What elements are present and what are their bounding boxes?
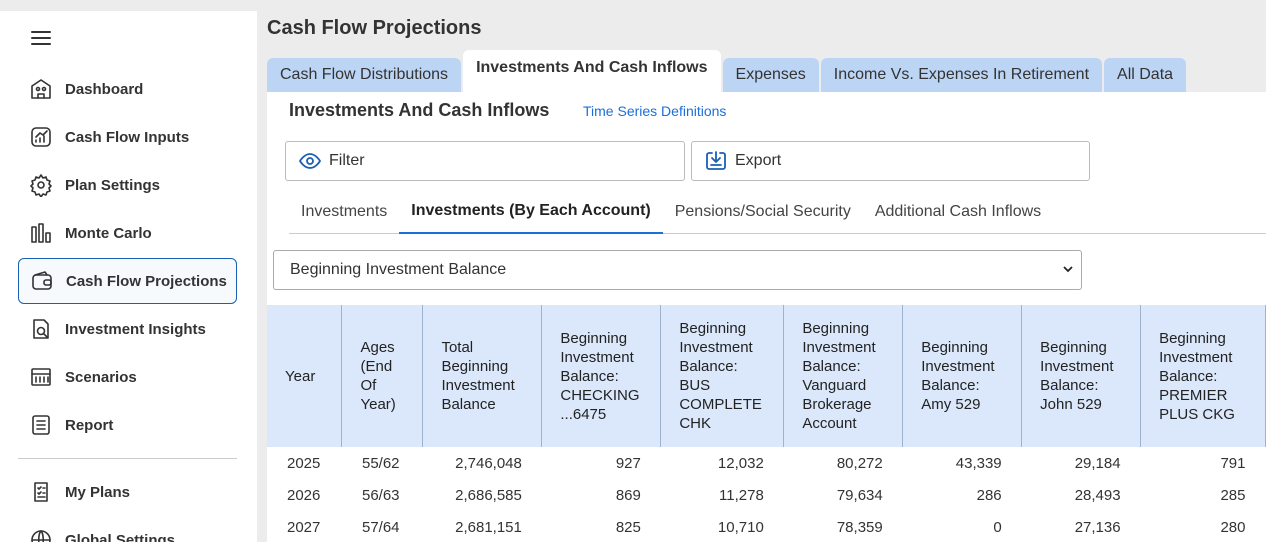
sidebar-item-label: Report bbox=[65, 416, 114, 434]
subtab-investments-by-account[interactable]: Investments (By Each Account) bbox=[399, 190, 663, 234]
table-cell: 2026 bbox=[287, 486, 321, 504]
sidebar-item-cash-flow-projections[interactable]: Cash Flow Projections bbox=[18, 258, 237, 304]
subtab-investments[interactable]: Investments bbox=[289, 190, 399, 234]
table-cell: 10,710 bbox=[717, 518, 764, 536]
subtab-pensions-social-security[interactable]: Pensions/Social Security bbox=[663, 190, 863, 234]
table-cell: 80,272 bbox=[836, 454, 883, 472]
table-cell: 2025 bbox=[287, 454, 321, 472]
main-tabs: Cash Flow Distributions Investments And … bbox=[267, 50, 1188, 92]
table-cell: 56/63 bbox=[361, 486, 400, 504]
sidebar-item-monte-carlo[interactable]: Monte Carlo bbox=[18, 210, 237, 256]
table-cell: 280 bbox=[1220, 518, 1246, 536]
sidebar-item-label: Cash Flow Inputs bbox=[65, 128, 190, 146]
tab-income-vs-expenses[interactable]: Income Vs. Expenses In Retirement bbox=[820, 58, 1103, 92]
document-search-icon bbox=[28, 316, 54, 342]
tab-all-data[interactable]: All Data bbox=[1104, 58, 1187, 92]
wallet-icon bbox=[29, 268, 55, 294]
table-cell: 11,278 bbox=[719, 486, 764, 504]
export-button[interactable]: Export bbox=[691, 141, 1090, 181]
table-cell: 57/64 bbox=[361, 518, 400, 536]
sidebar-item-label: Monte Carlo bbox=[65, 224, 152, 242]
home-icon bbox=[28, 76, 54, 102]
menu-icon[interactable] bbox=[31, 31, 51, 45]
sidebar-item-label: Cash Flow Projections bbox=[66, 272, 227, 290]
sidebar-divider bbox=[18, 458, 237, 459]
report-icon bbox=[28, 412, 54, 438]
column-header[interactable]: Beginning Investment Balance: BUS COMPLE… bbox=[660, 305, 785, 447]
subtabs: Investments Investments (By Each Account… bbox=[289, 190, 1266, 234]
sidebar-item-global-settings[interactable]: Global Settings bbox=[18, 517, 237, 542]
table-cell: 2,746,048 bbox=[455, 454, 522, 472]
sidebar-item-label: Global Settings bbox=[65, 531, 176, 542]
sidebar-item-plan-settings[interactable]: Plan Settings bbox=[18, 162, 237, 208]
table-cell: 869 bbox=[615, 486, 641, 504]
table-cell: 55/62 bbox=[361, 454, 400, 472]
table-row: 2027 57/64 2,681,151 825 10,710 78,359 0… bbox=[267, 511, 1266, 542]
sidebar-item-dashboard[interactable]: Dashboard bbox=[18, 66, 237, 112]
table-cell: 2,681,151 bbox=[455, 518, 522, 536]
column-header[interactable]: Beginning Investment Balance: Vanguard B… bbox=[783, 305, 904, 447]
table-cell: 78,359 bbox=[836, 518, 883, 536]
select-value: Beginning Investment Balance bbox=[290, 261, 507, 278]
sidebar-item-cash-flow-inputs[interactable]: Cash Flow Inputs bbox=[18, 114, 237, 160]
table-cell: 28,493 bbox=[1074, 486, 1121, 504]
table-cell: 79,634 bbox=[836, 486, 883, 504]
sidebar-item-label: My Plans bbox=[65, 483, 131, 501]
bar-chart-icon bbox=[28, 220, 54, 246]
column-header[interactable]: Year bbox=[267, 305, 343, 447]
chevron-down-icon bbox=[1063, 266, 1073, 273]
page-title: Cash Flow Projections bbox=[267, 17, 482, 39]
time-series-definitions-link[interactable]: Time Series Definitions bbox=[583, 103, 726, 119]
filter-button-label: Filter bbox=[329, 152, 365, 169]
sidebar-item-scenarios[interactable]: Scenarios bbox=[18, 354, 237, 400]
table-cell: 27,136 bbox=[1074, 518, 1121, 536]
table-cell: 825 bbox=[615, 518, 641, 536]
chart-icon bbox=[28, 124, 54, 150]
table-cell: 791 bbox=[1220, 454, 1246, 472]
sidebar-item-label: Dashboard bbox=[65, 80, 144, 98]
table-cell: 0 bbox=[993, 518, 1002, 536]
column-header[interactable]: Beginning Investment Balance: CHECKING .… bbox=[541, 305, 662, 447]
table-cell: 43,339 bbox=[955, 454, 1002, 472]
tab-cash-flow-distributions[interactable]: Cash Flow Distributions bbox=[267, 58, 462, 92]
table-cell: 12,032 bbox=[717, 454, 764, 472]
globe-icon bbox=[28, 527, 54, 542]
table-header-row: Year Ages (End Of Year) Total Beginning … bbox=[267, 305, 1266, 447]
data-table: Year Ages (End Of Year) Total Beginning … bbox=[267, 305, 1266, 542]
balance-type-select[interactable]: Beginning Investment Balance bbox=[273, 250, 1082, 290]
sidebar-item-my-plans[interactable]: My Plans bbox=[18, 469, 237, 515]
sidebar-item-label: Investment Insights bbox=[65, 320, 206, 338]
table-row: 2025 55/62 2,746,048 927 12,032 80,272 4… bbox=[267, 447, 1266, 479]
sidebar-item-label: Plan Settings bbox=[65, 176, 161, 194]
table-cell: 2,686,585 bbox=[455, 486, 522, 504]
checklist-icon bbox=[28, 479, 54, 505]
table-cell: 285 bbox=[1220, 486, 1246, 504]
table-cell: 29,184 bbox=[1074, 454, 1121, 472]
eye-icon bbox=[299, 153, 321, 169]
subtab-additional-cash-inflows[interactable]: Additional Cash Inflows bbox=[863, 190, 1053, 234]
table-row: 2026 56/63 2,686,585 869 11,278 79,634 2… bbox=[267, 479, 1266, 511]
export-icon bbox=[706, 151, 726, 170]
sidebar-item-report[interactable]: Report bbox=[18, 402, 237, 448]
sidebar-item-investment-insights[interactable]: Investment Insights bbox=[18, 306, 237, 352]
sidebar-item-label: Scenarios bbox=[65, 368, 137, 386]
filter-button[interactable]: Filter bbox=[285, 141, 685, 181]
table-cell: 2027 bbox=[287, 518, 321, 536]
content-panel: Investments And Cash Inflows Time Series… bbox=[267, 92, 1266, 542]
export-button-label: Export bbox=[735, 152, 782, 169]
column-header[interactable]: Beginning Investment Balance: Amy 529 bbox=[902, 305, 1023, 447]
column-header[interactable]: Total Beginning Investment Balance bbox=[422, 305, 543, 447]
tab-expenses[interactable]: Expenses bbox=[722, 58, 819, 92]
gear-icon bbox=[28, 172, 54, 198]
scenarios-icon bbox=[28, 364, 54, 390]
table-cell: 286 bbox=[976, 486, 1002, 504]
sidebar: Dashboard Cash Flow Inputs Plan Settings… bbox=[0, 11, 257, 542]
column-header[interactable]: Ages (End Of Year) bbox=[341, 305, 424, 447]
column-header[interactable]: Beginning Investment Balance: PREMIER PL… bbox=[1140, 305, 1266, 447]
section-title: Investments And Cash Inflows bbox=[289, 100, 550, 120]
column-header[interactable]: Beginning Investment Balance: John 529 bbox=[1021, 305, 1142, 447]
table-cell: 927 bbox=[615, 454, 641, 472]
tab-investments-and-cash-inflows[interactable]: Investments And Cash Inflows bbox=[463, 50, 721, 92]
